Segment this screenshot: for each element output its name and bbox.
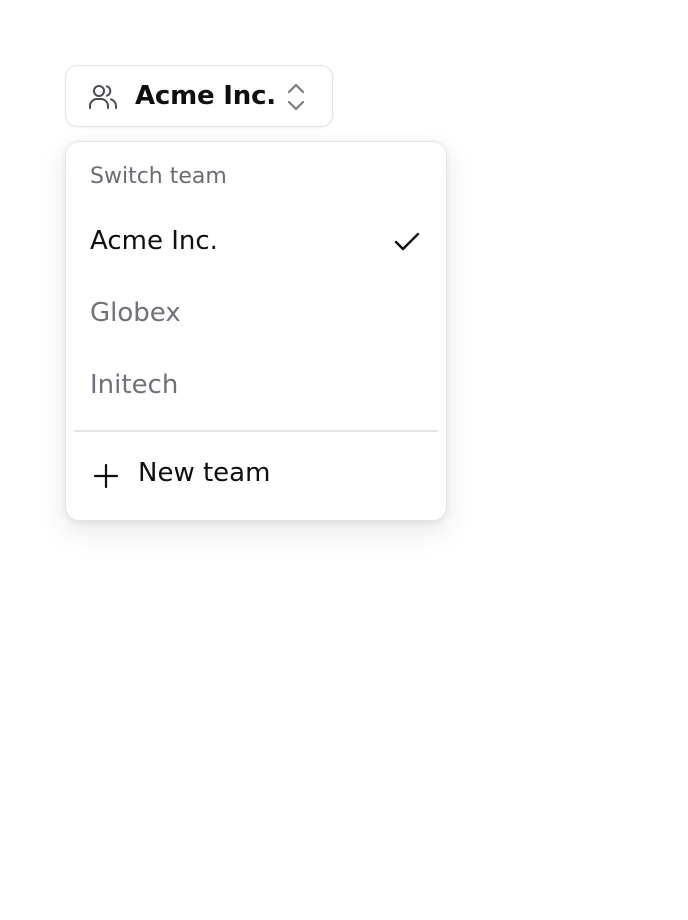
menu-item-acme[interactable]: Acme Inc. [74, 209, 438, 273]
team-switcher-label: Acme Inc. [135, 81, 276, 111]
menu-divider [74, 430, 438, 432]
menu-item-label: Globex [90, 298, 181, 328]
check-icon [394, 232, 420, 251]
menu-item-label: Initech [90, 370, 179, 400]
page: Acme Inc. Switch team Acme Inc. Globex I… [0, 0, 688, 920]
new-team-label: New team [138, 458, 271, 488]
menu-item-initech[interactable]: Initech [74, 353, 438, 417]
plus-icon [93, 463, 119, 489]
users-icon [89, 85, 117, 109]
menu-item-label: Acme Inc. [90, 226, 218, 256]
new-team-button[interactable]: New team [74, 440, 438, 508]
menu-item-globex[interactable]: Globex [74, 281, 438, 345]
menu-heading: Switch team [90, 164, 227, 189]
chevrons-up-down-icon [287, 83, 305, 111]
team-switcher-button[interactable]: Acme Inc. [65, 65, 333, 127]
team-switcher-menu: Switch team Acme Inc. Globex Initech New… [65, 141, 447, 521]
